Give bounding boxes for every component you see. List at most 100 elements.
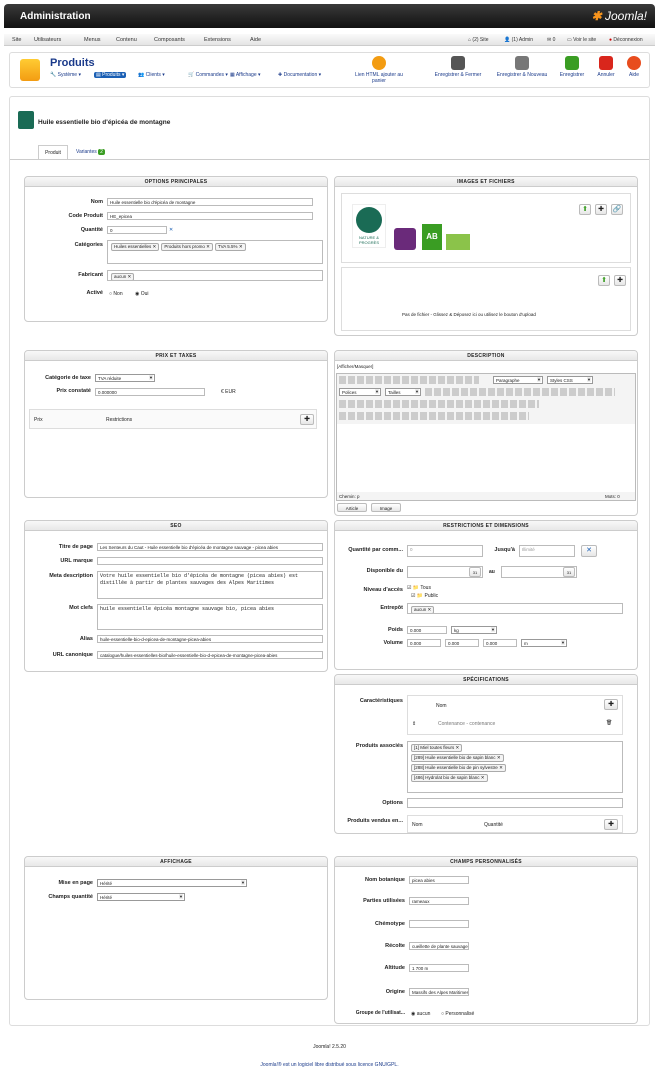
options-input[interactable]	[407, 798, 623, 808]
manufacturer-input[interactable]: aucun ✕	[107, 270, 323, 281]
keywords-textarea[interactable]: huile essentielle épicéa montagne sauvag…	[97, 604, 323, 630]
category-tag[interactable]: Huiles essentielles ✕	[111, 243, 160, 251]
related-products-input[interactable]: [1] Miel toutes fleurs ✕ [289] Huile ess…	[407, 741, 623, 793]
menu-extensions[interactable]: Extensions	[204, 37, 231, 43]
add-sold-by-button[interactable]: ✚	[604, 819, 618, 830]
cancel-button[interactable]: Annuler	[593, 56, 619, 78]
submenu-docs[interactable]: ✚ Documentation ▾	[278, 72, 321, 78]
categories-input[interactable]: Huiles essentielles ✕ Produits hors promo…	[107, 240, 323, 264]
save-new-button[interactable]: Enregistrer & Nouveau	[492, 56, 552, 78]
access-public-checkbox[interactable]: ☑ 📁 Public	[411, 593, 438, 599]
clear-quantity-icon[interactable]: ✕	[169, 227, 173, 233]
canonical-url-input[interactable]: catalogue/huiles-essentielles-bio/huile-…	[97, 651, 323, 659]
menu-content[interactable]: Contenu	[116, 37, 137, 43]
volume-unit-select[interactable]: m	[521, 639, 567, 647]
save-button[interactable]: Enregistrer	[556, 56, 588, 78]
status-admin[interactable]: 👤 (1) Admin	[504, 37, 533, 43]
status-messages[interactable]: ✉ 0	[547, 37, 555, 43]
manufacturer-tag[interactable]: aucun ✕	[111, 273, 135, 280]
parts-used-input[interactable]: rameaux	[409, 897, 469, 905]
add-price-button[interactable]: ✚	[300, 414, 314, 425]
nature-progres-image[interactable]: NATURE & PROGRÈS	[352, 204, 386, 248]
editor-toolbar-3[interactable]	[339, 400, 539, 408]
joomla-logo[interactable]: ✱ Joomla!	[592, 9, 647, 23]
harvest-input[interactable]: cueillette de plante sauvage	[409, 942, 469, 950]
view-site-link[interactable]: ▭ Voir le site	[567, 37, 596, 43]
active-no-radio[interactable]: ○ Non	[109, 291, 123, 297]
menu-components[interactable]: Composants	[154, 37, 185, 43]
tab-variants[interactable]: Variantes 2	[76, 149, 105, 155]
clear-qty-icon[interactable]: ✕	[581, 545, 597, 557]
add-image-icon[interactable]: ✚	[595, 204, 607, 215]
logout-link[interactable]: ● Déconnexion	[609, 37, 643, 43]
size-select[interactable]: Tailles	[385, 388, 421, 396]
help-button[interactable]: Aide	[624, 56, 644, 78]
related-product-tag[interactable]: [288] Huile essentielle bio de pin sylve…	[411, 764, 506, 772]
menu-menus[interactable]: Menus	[84, 37, 101, 43]
delete-icon[interactable]: 🗑	[606, 720, 612, 726]
group-none-radio[interactable]: ◉ aucun	[411, 1011, 430, 1017]
editor-toolbar-2[interactable]	[425, 388, 615, 396]
category-tag[interactable]: TVA 5.5% ✕	[214, 243, 246, 251]
page-title-input[interactable]: Les Senteurs du Caut - Huile essentielle…	[97, 543, 323, 551]
css-styles-select[interactable]: Styles CSS	[547, 376, 593, 384]
volume-x-input[interactable]: 0.000	[407, 639, 441, 647]
save-close-button[interactable]: Enregistrer & Fermer	[430, 56, 486, 78]
article-button[interactable]: Article	[337, 503, 367, 512]
status-site[interactable]: ⌂ (2) Site	[468, 37, 489, 43]
layout-select[interactable]: Hérité	[97, 879, 247, 887]
alias-input[interactable]: huile-essentielle-bio-d-epicea-de-montag…	[97, 635, 323, 643]
file-dropzone[interactable]: ⬆ ✚ Pas de fichier - Glissez & Déposez i…	[341, 267, 631, 331]
menu-site[interactable]: Site	[12, 37, 21, 43]
submenu-products[interactable]: ▤ Produits ▾	[94, 72, 127, 78]
upload-icon[interactable]: ⬆	[579, 204, 591, 215]
related-product-tag[interactable]: [1] Miel toutes fleurs ✕	[411, 744, 463, 752]
volume-z-input[interactable]: 0.000	[483, 639, 517, 647]
tab-product[interactable]: Produit	[38, 145, 68, 159]
menu-help[interactable]: Aide	[250, 37, 261, 43]
min-qty-input[interactable]: 0	[407, 545, 483, 557]
editor-toolbar-4[interactable]	[339, 412, 529, 420]
submenu-clients[interactable]: 👥 Clients ▾	[138, 72, 165, 78]
add-characteristic-button[interactable]: ✚	[604, 699, 618, 710]
brand-url-input[interactable]	[97, 557, 323, 565]
drag-handle-icon[interactable]: ⇕	[412, 721, 416, 727]
name-input[interactable]: Huile essentielle bio d'épicéa de montag…	[107, 198, 313, 206]
category-tag[interactable]: Produits hors promo ✕	[161, 243, 213, 251]
origin-input[interactable]: Massifs des Alpes Maritimes	[409, 988, 469, 996]
image-button[interactable]: Image	[371, 503, 401, 512]
submenu-orders[interactable]: 🛒 Commandes ▾	[188, 72, 228, 78]
html-cart-link-button[interactable]: Lien HTML ajouter au panier	[348, 56, 410, 84]
meta-description-textarea[interactable]: Votre huile essentielle bio d'épicéa de …	[97, 571, 323, 599]
submenu-system[interactable]: 🔧 Système ▾	[50, 72, 81, 78]
max-qty-input[interactable]: Illimité	[519, 545, 575, 557]
fonts-select[interactable]: Polices	[339, 388, 381, 396]
chemotype-input[interactable]	[409, 920, 469, 928]
volume-y-input[interactable]: 0.000	[445, 639, 479, 647]
upload-file-icon[interactable]: ⬆	[598, 275, 610, 286]
quantity-field-select[interactable]: Hérité	[97, 893, 185, 901]
related-product-tag[interactable]: [486] Hydrolat bio de sapin blanc ✕	[411, 774, 488, 782]
weight-input[interactable]: 0.000	[407, 626, 447, 634]
link-icon[interactable]: 🔗	[611, 204, 623, 215]
code-input[interactable]: HE_epicea	[107, 212, 313, 220]
weight-unit-select[interactable]: kg	[451, 626, 497, 634]
editor-content[interactable]	[337, 424, 635, 492]
warehouse-tag[interactable]: aucun ✕	[411, 606, 435, 613]
license-link[interactable]: Joomla!® est un logiciel libre distribué…	[0, 1062, 659, 1068]
submenu-display[interactable]: ▦ Affichage ▾	[230, 72, 261, 78]
quantity-input[interactable]: 0	[107, 226, 167, 234]
botanical-name-input[interactable]: picea abies	[409, 876, 469, 884]
active-yes-radio[interactable]: ◉ Oui	[135, 291, 149, 297]
related-product-tag[interactable]: [289] Huile essentielle bio de sapin bla…	[411, 754, 504, 762]
cost-input[interactable]: 0.000000	[95, 388, 205, 396]
toggle-editor-link[interactable]: [Afficher/Masquer]	[337, 364, 373, 369]
menu-users[interactable]: Utilisateurs	[34, 37, 61, 43]
add-file-icon[interactable]: ✚	[614, 275, 626, 286]
paragraph-select[interactable]: Paragraphe	[493, 376, 543, 384]
eu-bio-logo-image[interactable]	[446, 234, 470, 250]
group-custom-radio[interactable]: ○ Personnalisé	[441, 1011, 474, 1017]
altitude-input[interactable]: 1 700 m	[409, 964, 469, 972]
editor-toolbar-1[interactable]	[339, 376, 479, 384]
access-all-checkbox[interactable]: ☑ 📁 Tous	[407, 585, 431, 591]
